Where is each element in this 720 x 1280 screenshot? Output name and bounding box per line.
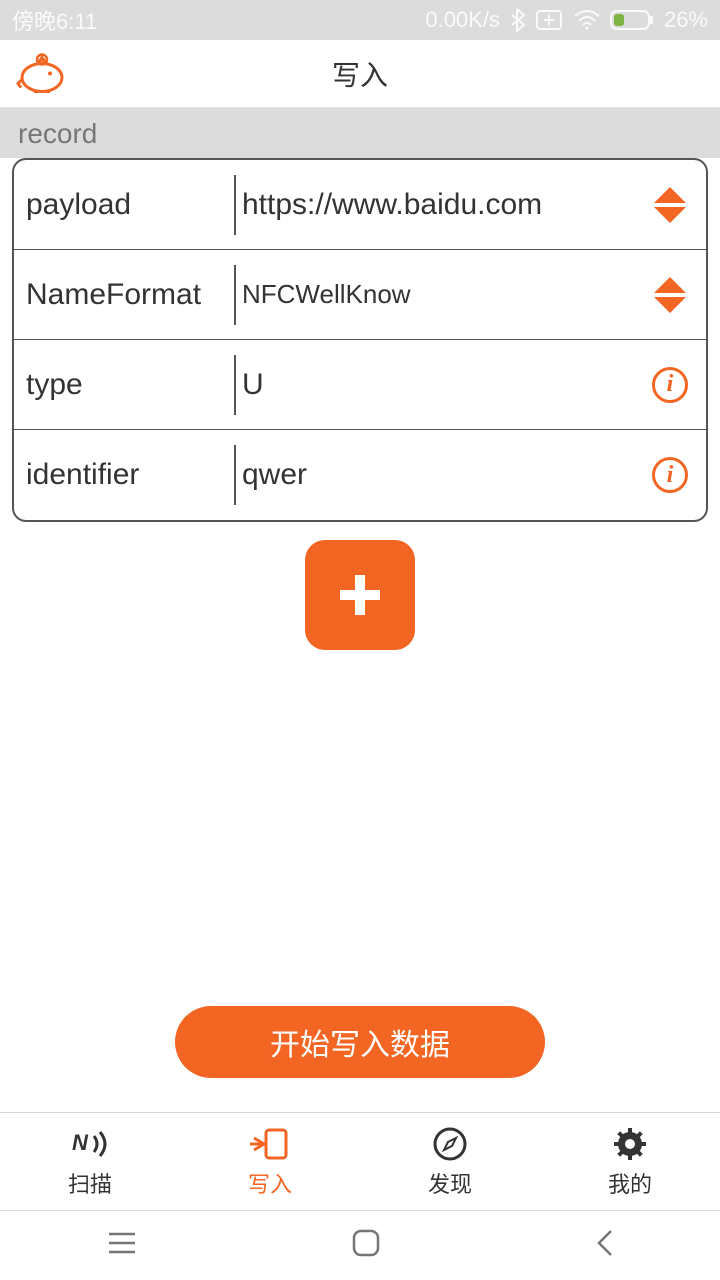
sys-menu-button[interactable] (105, 1230, 139, 1261)
identifier-info-icon[interactable]: i (646, 457, 694, 493)
plus-icon (330, 565, 390, 625)
wifi-icon (574, 10, 600, 30)
header-title: 写入 (332, 54, 388, 94)
payload-sort-icon[interactable] (646, 187, 694, 223)
start-write-button[interactable]: 开始写入数据 (175, 1006, 545, 1078)
record-card: payload https://www.baidu.com NameFormat… (12, 158, 708, 522)
compass-icon (432, 1125, 468, 1163)
record-section-header: record (0, 108, 720, 158)
svg-text:¥: ¥ (40, 58, 44, 65)
nav-write[interactable]: 写入 (180, 1113, 360, 1210)
nav-mine[interactable]: 我的 (540, 1113, 720, 1210)
start-write-label: 开始写入数据 (270, 1020, 450, 1064)
home-icon (350, 1227, 382, 1259)
battery-saver-icon (536, 10, 564, 30)
identifier-label: identifier (26, 445, 236, 505)
app-logo-icon: ¥ (16, 49, 68, 98)
sys-back-button[interactable] (593, 1227, 615, 1264)
sys-home-button[interactable] (350, 1227, 382, 1264)
nav-discover[interactable]: 发现 (360, 1113, 540, 1210)
nameformat-row[interactable]: NameFormat NFCWellKnow (14, 250, 706, 340)
payload-label: payload (26, 175, 236, 235)
status-bar: 傍晚6:11 0.00K/s 26% (0, 0, 720, 40)
system-nav-bar (0, 1210, 720, 1280)
type-info-icon[interactable]: i (646, 367, 694, 403)
nav-write-label: 写入 (248, 1167, 292, 1199)
type-value[interactable]: U (236, 368, 646, 402)
nameformat-sort-icon[interactable] (646, 277, 694, 313)
nameformat-value[interactable]: NFCWellKnow (236, 279, 646, 310)
back-icon (593, 1227, 615, 1259)
battery-icon (610, 10, 654, 30)
nav-scan-label: 扫描 (68, 1167, 112, 1199)
type-row[interactable]: type U i (14, 340, 706, 430)
identifier-value[interactable]: qwer (236, 458, 646, 492)
app-header: ¥ 写入 (0, 40, 720, 108)
menu-icon (105, 1230, 139, 1256)
payload-row[interactable]: payload https://www.baidu.com (14, 160, 706, 250)
write-icon (250, 1125, 290, 1163)
identifier-row[interactable]: identifier qwer i (14, 430, 706, 520)
svg-text:N: N (72, 1130, 89, 1155)
status-time: 傍晚6:11 (12, 4, 97, 36)
nfc-icon: N (70, 1125, 110, 1163)
record-label: record (18, 118, 702, 150)
payload-value[interactable]: https://www.baidu.com (236, 188, 646, 222)
type-label: type (26, 355, 236, 415)
status-battery-pct: 26% (664, 7, 708, 33)
gear-icon (612, 1125, 648, 1163)
status-speed: 0.00K/s (425, 7, 500, 33)
bottom-nav: N 扫描 写入 发现 我的 (0, 1112, 720, 1210)
nav-mine-label: 我的 (608, 1167, 652, 1199)
nav-scan[interactable]: N 扫描 (0, 1113, 180, 1210)
nav-discover-label: 发现 (428, 1167, 472, 1199)
add-button[interactable] (305, 540, 415, 650)
bluetooth-icon (510, 8, 526, 32)
nameformat-label: NameFormat (26, 265, 236, 325)
